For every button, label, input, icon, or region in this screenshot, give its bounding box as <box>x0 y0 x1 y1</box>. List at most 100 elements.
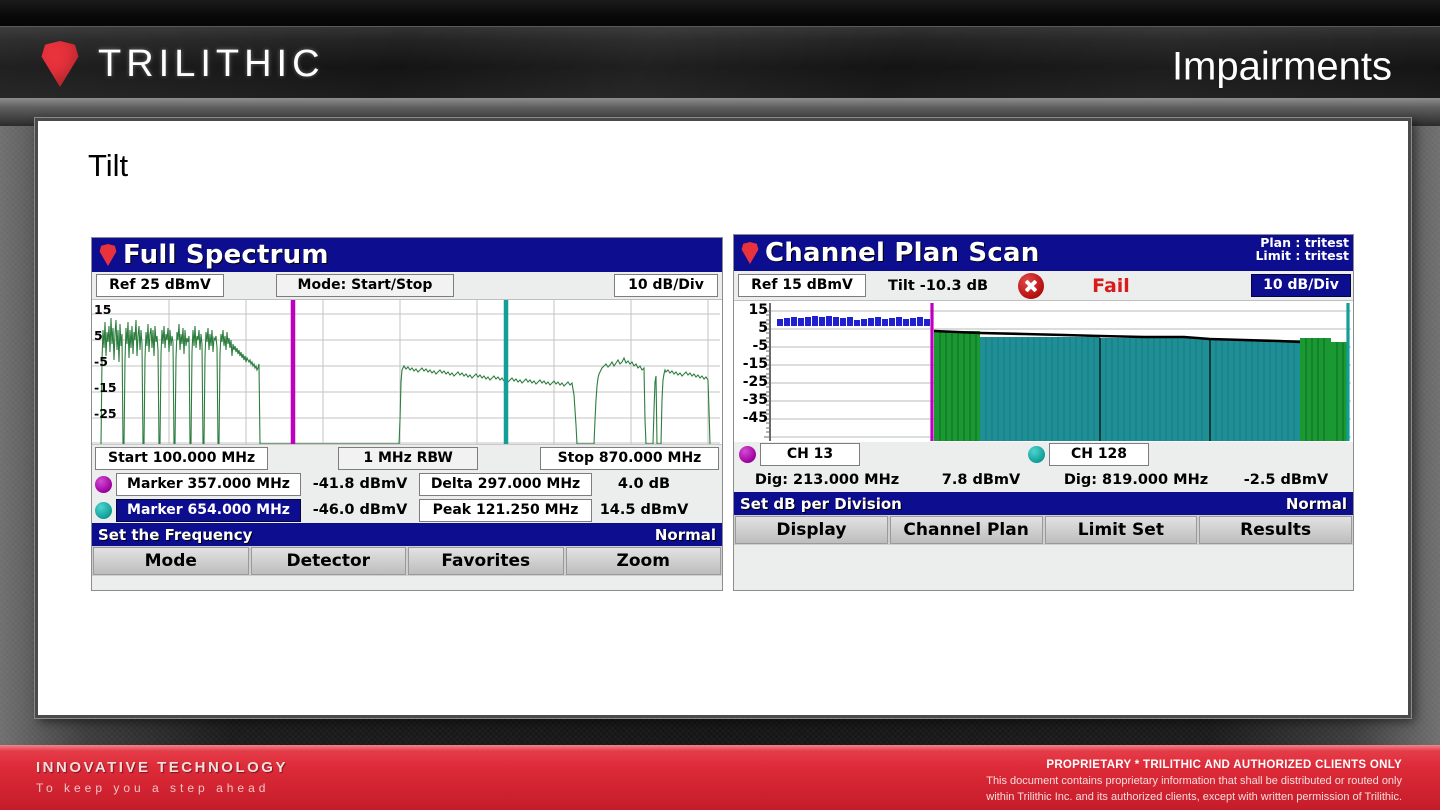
slide-header: TRILITHIC Impairments <box>0 26 1440 100</box>
frequency-row: Start 100.000 MHz 1 MHz RBW Stop 870.000… <box>92 445 722 471</box>
channel-plan-svg <box>734 301 1351 442</box>
legal-title: PROPRIETARY * TRILITHIC AND AUTHORIZED C… <box>1046 759 1402 771</box>
y-label-6: -45 <box>742 410 768 426</box>
status-text: Set the Frequency <box>98 525 253 544</box>
slide-canvas: TRILITHIC Impairments Tilt Full Spectrum… <box>0 0 1440 810</box>
channel-plan-controls: Ref 15 dBmV Tilt -10.3 dB Fail 10 dB/Div <box>734 271 1353 301</box>
digital-high-band-bars <box>1300 338 1349 441</box>
legal-line-1: This document contains proprietary infor… <box>986 774 1402 787</box>
digital-mid-band-bars <box>980 337 1300 441</box>
footer-subtagline: To keep you a step ahead <box>36 781 270 795</box>
slide-title: Tilt <box>88 148 129 183</box>
channel-plan-graph[interactable]: 15 5 -5 -15 -25 -35 -45 <box>734 301 1353 442</box>
y-label-4: -25 <box>742 374 768 390</box>
ref-level-button[interactable]: Ref 25 dBmV <box>96 274 224 297</box>
db-per-div-button[interactable]: 10 dB/Div <box>1251 274 1351 297</box>
tilt-readout: Tilt -10.3 dB <box>888 277 989 294</box>
channel-2-level: -2.5 dBmV <box>1243 471 1329 488</box>
marker-2-button[interactable]: Marker 654.000 MHz <box>116 498 301 522</box>
spectrum-svg <box>92 300 720 444</box>
softkey-channel-plan[interactable]: Channel Plan <box>889 516 1043 544</box>
y-label-1: 5 <box>94 328 103 343</box>
footer-legal-block: PROPRIETARY * TRILITHIC AND AUTHORIZED C… <box>986 757 1402 806</box>
channel-plan-titlebar: Channel Plan Scan Plan : tritest Limit :… <box>734 235 1353 271</box>
guitar-pick-icon <box>41 41 79 87</box>
full-spectrum-statusbar: Set the Frequency Normal <box>92 523 722 546</box>
softkey-detector[interactable]: Detector <box>250 547 406 575</box>
pass-fail-status: Fail <box>1092 274 1130 297</box>
content-card: Tilt Full Spectrum Ref 25 dBmV Mode: Sta… <box>35 118 1411 718</box>
y-label-2: -5 <box>94 354 108 369</box>
channel-plan-statusbar: Set dB per Division Normal <box>734 492 1353 515</box>
y-label-0: 15 <box>748 302 768 318</box>
spectrum-graph[interactable]: 15 5 -5 -15 -25 <box>92 300 722 445</box>
y-label-3: -15 <box>742 356 768 372</box>
y-label-0: 15 <box>94 302 112 317</box>
footer-tagline: INNOVATIVE TECHNOLOGY <box>36 759 288 776</box>
slide-footer: INNOVATIVE TECHNOLOGY To keep you a step… <box>0 745 1440 810</box>
channel-1-button[interactable]: CH 13 <box>760 443 860 466</box>
guitar-pick-icon <box>741 242 759 264</box>
y-label-5: -35 <box>742 392 768 408</box>
channel-1-level: 7.8 dBmV <box>941 471 1021 488</box>
softkey-zoom[interactable]: Zoom <box>565 547 721 575</box>
marker-2-row: Marker 654.000 MHz -46.0 dBmV Peak 121.2… <box>92 497 722 523</box>
digital-low-band-bars <box>934 331 980 441</box>
channel-values-row: Dig: 213.000 MHz 7.8 dBmV Dig: 819.000 M… <box>734 467 1353 492</box>
y-label-2: -5 <box>752 338 768 354</box>
rbw-button[interactable]: 1 MHz RBW <box>338 446 478 470</box>
softkey-mode[interactable]: Mode <box>93 547 249 575</box>
softkey-display[interactable]: Display <box>735 516 888 544</box>
marker-1-row: Marker 357.000 MHz -41.8 dBmV Delta 297.… <box>92 471 722 497</box>
top-strip <box>0 0 1440 26</box>
marker-teal-dot <box>1028 446 1045 463</box>
footer-tagline-block: INNOVATIVE TECHNOLOGY To keep you a step… <box>36 759 288 795</box>
channel-plan-scan-panel[interactable]: Channel Plan Scan Plan : tritest Limit :… <box>733 234 1354 591</box>
channel-marker-row: CH 13 CH 128 <box>734 442 1353 467</box>
full-spectrum-readouts: Start 100.000 MHz 1 MHz RBW Stop 870.000… <box>92 445 722 523</box>
full-spectrum-softkeys: Mode Detector Favorites Zoom <box>92 546 722 576</box>
y-label-1: 5 <box>758 320 768 336</box>
marker-magenta-dot <box>739 446 756 463</box>
channel-plan-readouts: CH 13 CH 128 Dig: 213.000 MHz 7.8 dBmV D… <box>734 442 1353 492</box>
y-label-4: -25 <box>94 406 117 421</box>
channel-1-frequency: Dig: 213.000 MHz <box>754 471 900 488</box>
status-mode: Normal <box>654 525 716 544</box>
legal-line-2: within Trilithic Inc. and its authorized… <box>986 790 1402 803</box>
page-title: Impairments <box>1171 44 1392 89</box>
peak-value: 14.5 dBmV <box>599 502 689 518</box>
softkey-limit-set[interactable]: Limit Set <box>1044 516 1198 544</box>
marker-1-level: -41.8 dBmV <box>312 476 408 492</box>
marker-2-level: -46.0 dBmV <box>312 502 408 518</box>
stop-frequency-button[interactable]: Stop 870.000 MHz <box>539 446 719 470</box>
plan-limit-info: Plan : tritest Limit : tritest <box>1255 236 1349 263</box>
softkey-favorites[interactable]: Favorites <box>408 547 564 575</box>
full-spectrum-panel[interactable]: Full Spectrum Ref 25 dBmV Mode: Start/St… <box>91 237 723 591</box>
status-text: Set dB per Division <box>740 494 902 513</box>
full-spectrum-controls: Ref 25 dBmV Mode: Start/Stop 10 dB/Div <box>92 272 722 300</box>
full-spectrum-title: Full Spectrum <box>123 240 329 270</box>
status-mode: Normal <box>1285 494 1347 513</box>
brand-name: TRILITHIC <box>98 42 325 85</box>
y-label-3: -15 <box>94 380 117 395</box>
start-frequency-button[interactable]: Start 100.000 MHz <box>95 446 269 470</box>
marker-magenta-dot <box>95 475 112 493</box>
channel-plan-softkeys: Display Channel Plan Limit Set Results <box>734 515 1353 545</box>
marker-1-button[interactable]: Marker 357.000 MHz <box>116 472 301 496</box>
peak-button[interactable]: Peak 121.250 MHz <box>419 498 592 522</box>
softkey-results[interactable]: Results <box>1199 516 1352 544</box>
channel-plan-title: Channel Plan Scan <box>765 238 1040 268</box>
mode-button[interactable]: Mode: Start/Stop <box>276 274 454 297</box>
channel-2-button[interactable]: CH 128 <box>1049 443 1149 466</box>
marker-teal-dot <box>95 501 112 519</box>
error-x-icon <box>1018 272 1045 299</box>
delta-value: 4.0 dB <box>617 476 671 492</box>
channel-2-frequency: Dig: 819.000 MHz <box>1063 471 1209 488</box>
delta-button[interactable]: Delta 297.000 MHz <box>419 472 592 496</box>
db-per-div-button[interactable]: 10 dB/Div <box>614 274 718 297</box>
full-spectrum-titlebar: Full Spectrum <box>92 238 722 272</box>
ref-level-button[interactable]: Ref 15 dBmV <box>738 274 866 297</box>
limit-name: Limit : tritest <box>1255 247 1349 263</box>
brand-logo: TRILITHIC <box>38 41 325 87</box>
guitar-pick-icon <box>99 244 117 266</box>
